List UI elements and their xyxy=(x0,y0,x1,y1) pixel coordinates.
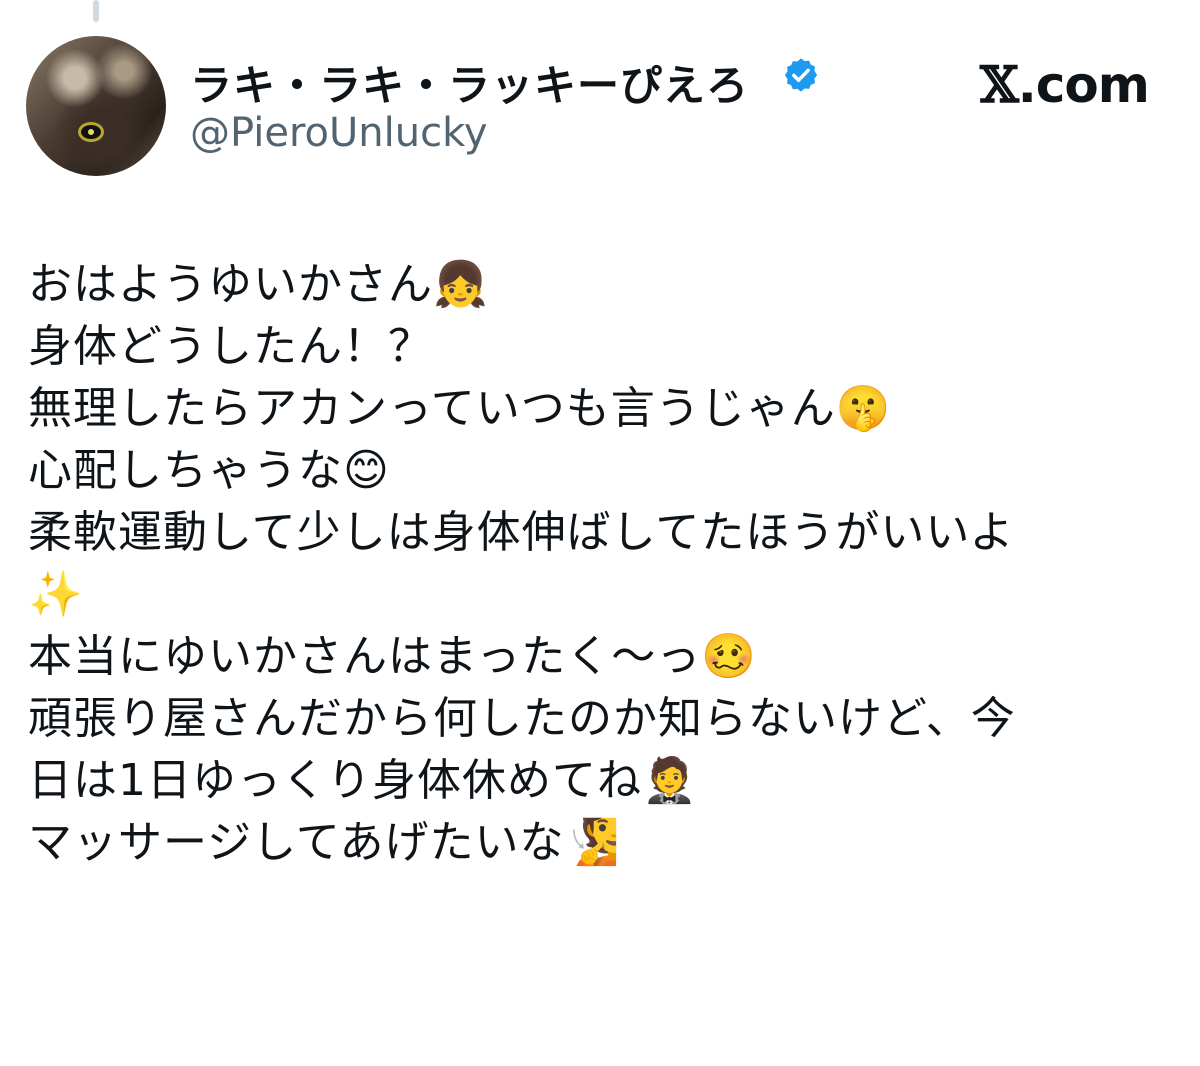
tweet-line: 本当にゆいかさんはまったく〜っ🥴 xyxy=(28,631,758,682)
tweet-line: 無理したらアカンっていつも言うじゃん🤫 xyxy=(28,383,892,434)
tweet-line: 柔軟運動して少しは身体伸ばしてたほうがいいよ xyxy=(28,507,1015,558)
verified-badge-icon xyxy=(784,58,818,92)
tweet-line: 日は1日ゆっくり身体休めてね🤵 xyxy=(28,755,698,806)
avatar-eye xyxy=(78,122,104,142)
tweet-line: 心配しちゃうな😊 xyxy=(28,445,390,496)
tweet-line: ✨ xyxy=(28,569,84,620)
x-com-brand: 𝕏.com xyxy=(980,55,1150,114)
tweet-text: おはようゆいかさん👧 身体どうしたん！？ 無理したらアカンっていつも言うじゃん🤫… xyxy=(28,254,1178,874)
tweet-line: おはようゆいかさん👧 xyxy=(28,259,489,310)
tweet-line: 身体どうしたん！？ xyxy=(28,321,433,372)
tweet-line: マッサージしてあげたいな🧏 xyxy=(28,817,621,868)
avatar[interactable] xyxy=(26,36,166,176)
tweet-line: 頑張り屋さんだから何したのか知らないけど、今 xyxy=(28,693,1016,744)
brand-domain: .com xyxy=(1017,56,1150,114)
author-handle[interactable]: @PieroUnlucky xyxy=(190,110,488,156)
thread-connector-line xyxy=(93,0,99,22)
author-display-name[interactable]: ラキ・ラキ・ラッキーぴえろ xyxy=(190,52,749,113)
x-logo-icon: 𝕏 xyxy=(980,55,1019,114)
